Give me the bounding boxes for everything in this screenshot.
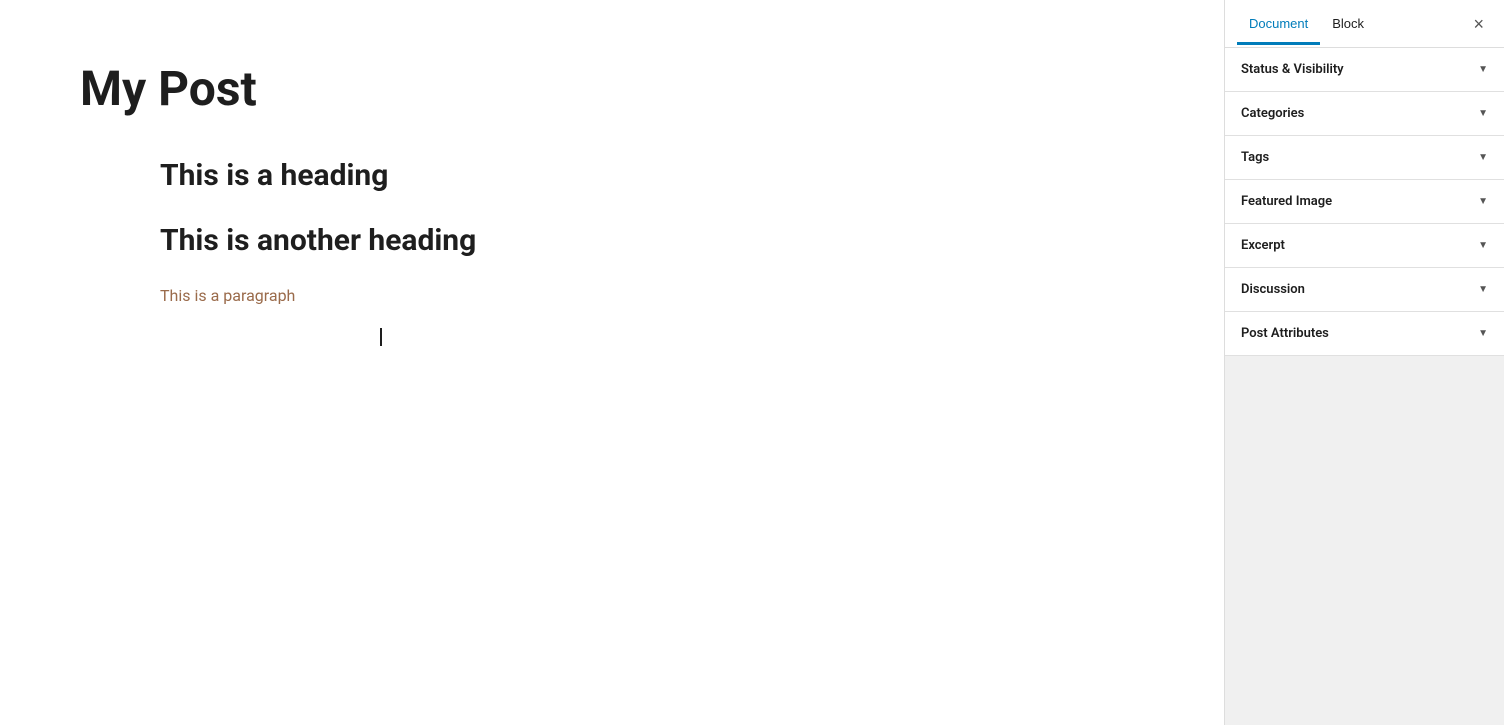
close-button[interactable]: × [1465,11,1492,37]
chevron-down-icon-status-visibility: ▼ [1478,64,1488,75]
sidebar-section-post-attributes: Post Attributes ▼ [1225,312,1504,356]
sidebar-section-header-featured-image[interactable]: Featured Image ▼ [1225,180,1504,223]
sidebar-section-title-categories: Categories [1241,106,1304,121]
sidebar-section-tags: Tags ▼ [1225,136,1504,180]
chevron-down-icon-post-attributes: ▼ [1478,328,1488,339]
paragraph-block[interactable]: This is a paragraph [160,283,1144,309]
sidebar-section-title-excerpt: Excerpt [1241,238,1285,253]
sidebar-section-header-excerpt[interactable]: Excerpt ▼ [1225,224,1504,267]
chevron-down-icon-excerpt: ▼ [1478,240,1488,251]
sidebar-section-header-discussion[interactable]: Discussion ▼ [1225,268,1504,311]
sidebar: Document Block × Status & Visibility▼Cat… [1224,0,1504,725]
chevron-down-icon-discussion: ▼ [1478,284,1488,295]
post-title[interactable]: My Post [80,60,1144,118]
sidebar-section-title-featured-image: Featured Image [1241,194,1332,209]
sidebar-section-header-post-attributes[interactable]: Post Attributes ▼ [1225,312,1504,355]
sidebar-section-discussion: Discussion ▼ [1225,268,1504,312]
sidebar-section-title-discussion: Discussion [1241,282,1305,297]
sidebar-tabs: Document Block × [1225,0,1504,48]
chevron-down-icon-tags: ▼ [1478,152,1488,163]
sidebar-section-status-visibility: Status & Visibility ▼ [1225,48,1504,92]
sidebar-content: Status & Visibility▼Categories▼Tags▼Feat… [1225,48,1504,725]
heading-block-1[interactable]: This is a heading [160,158,1144,193]
editor-area[interactable]: My Post This is a heading This is anothe… [0,0,1224,725]
tab-document[interactable]: Document [1237,2,1320,45]
sidebar-section-title-post-attributes: Post Attributes [1241,326,1329,341]
sidebar-section-featured-image: Featured Image ▼ [1225,180,1504,224]
chevron-down-icon-categories: ▼ [1478,108,1488,119]
heading-block-2[interactable]: This is another heading [160,223,1144,258]
tab-block[interactable]: Block [1320,2,1376,45]
chevron-down-icon-featured-image: ▼ [1478,196,1488,207]
sidebar-section-header-categories[interactable]: Categories ▼ [1225,92,1504,135]
text-cursor [380,328,382,346]
sidebar-section-title-tags: Tags [1241,150,1269,165]
sidebar-section-title-status-visibility: Status & Visibility [1241,62,1344,77]
sidebar-section-header-status-visibility[interactable]: Status & Visibility ▼ [1225,48,1504,91]
sidebar-section-header-tags[interactable]: Tags ▼ [1225,136,1504,179]
sidebar-section-categories: Categories ▼ [1225,92,1504,136]
sidebar-section-excerpt: Excerpt ▼ [1225,224,1504,268]
